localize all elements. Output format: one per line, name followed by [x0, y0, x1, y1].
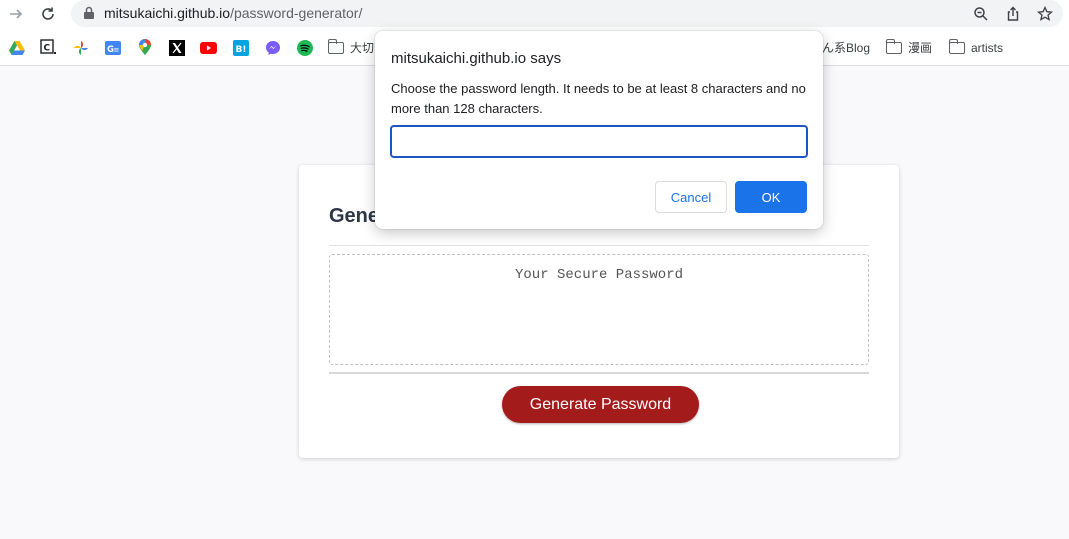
- google-translate-icon[interactable]: G ≡: [104, 39, 121, 56]
- bookmark-folder[interactable]: artists: [948, 38, 1004, 56]
- forward-icon[interactable]: [5, 3, 27, 25]
- bookmark-star-icon[interactable]: [1035, 4, 1055, 24]
- bookmark-folder[interactable]: 漫画: [885, 38, 933, 56]
- google-maps-icon[interactable]: [136, 39, 153, 56]
- dialog-input[interactable]: [390, 125, 808, 158]
- bookmark-folder-label: ん系Blog: [822, 41, 871, 55]
- zoom-icon[interactable]: [971, 4, 991, 24]
- spotify-icon[interactable]: [296, 39, 313, 56]
- bookmark-folder-label: 漫画: [908, 41, 933, 55]
- folder-icon: [885, 38, 902, 54]
- ok-button[interactable]: OK: [735, 181, 807, 213]
- dialog-message: Choose the password length. It needs to …: [391, 81, 806, 116]
- bookmark-folder[interactable]: 大切: [327, 38, 375, 56]
- svg-text:B!: B!: [235, 45, 246, 55]
- divider: [329, 372, 869, 374]
- dialog-title: mitsukaichi.github.io says: [391, 50, 562, 67]
- svg-text:C: C: [44, 44, 51, 54]
- reload-icon[interactable]: [37, 3, 59, 25]
- bookmark-folder[interactable]: ん系Blog: [822, 39, 870, 56]
- url-text: mitsukaichi.github.io/password-generator…: [104, 5, 362, 21]
- divider: [329, 245, 869, 246]
- compass-c-icon[interactable]: C: [40, 39, 57, 56]
- url-path: /password-generator/: [230, 5, 363, 21]
- password-output[interactable]: [330, 255, 868, 364]
- svg-text:≡: ≡: [113, 46, 119, 54]
- google-drive-icon[interactable]: [8, 39, 25, 56]
- url-host: mitsukaichi.github.io: [104, 5, 231, 21]
- hatena-bookmark-icon[interactable]: B!: [232, 39, 249, 56]
- x-icon[interactable]: [168, 39, 185, 56]
- lock-icon[interactable]: [83, 6, 95, 25]
- share-icon[interactable]: [1003, 4, 1023, 24]
- bookmark-folder-label: artists: [971, 40, 1004, 55]
- bookmark-folder-label: 大切: [350, 41, 375, 55]
- address-bar[interactable]: mitsukaichi.github.io/password-generator…: [71, 0, 1063, 27]
- youtube-icon[interactable]: [200, 39, 217, 56]
- google-photos-icon[interactable]: [72, 39, 89, 56]
- messenger-icon[interactable]: [264, 39, 281, 56]
- prompt-dialog: mitsukaichi.github.io says Choose the pa…: [375, 31, 823, 229]
- browser-toolbar: mitsukaichi.github.io/password-generator…: [0, 0, 1069, 29]
- folder-icon: [948, 38, 965, 54]
- cancel-button[interactable]: Cancel: [655, 181, 727, 213]
- password-output-box: [329, 254, 869, 365]
- generate-password-button[interactable]: Generate Password: [502, 386, 699, 423]
- folder-icon: [327, 38, 344, 54]
